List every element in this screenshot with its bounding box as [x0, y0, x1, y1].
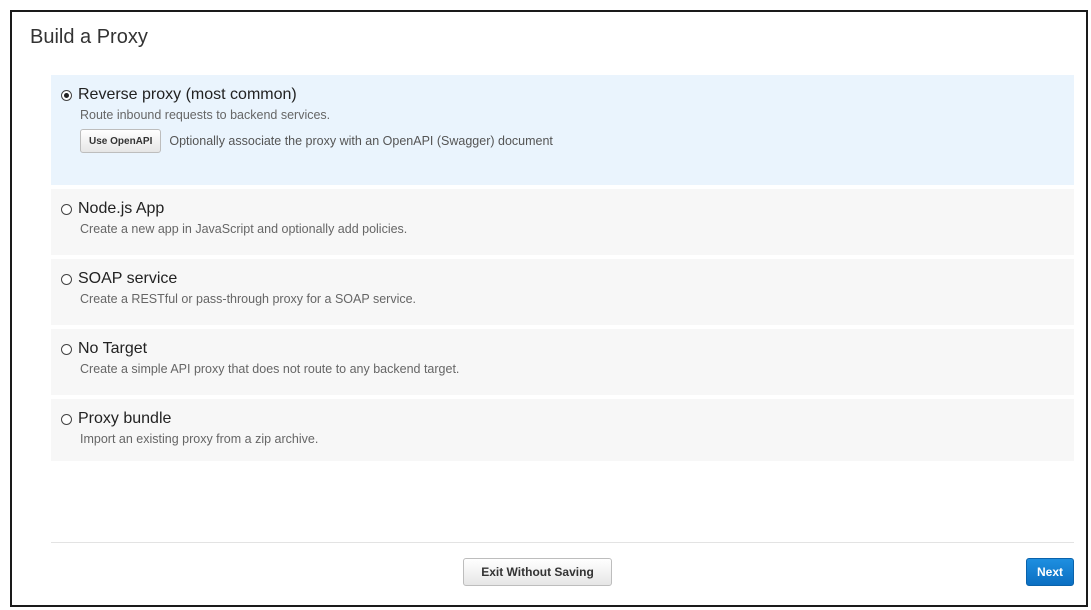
- proxy-type-options: Reverse proxy (most common) Route inboun…: [51, 75, 1074, 465]
- openapi-hint: Optionally associate the proxy with an O…: [169, 134, 553, 148]
- option-header: SOAP service: [61, 268, 1074, 290]
- footer-divider: [51, 542, 1074, 543]
- use-openapi-button[interactable]: Use OpenAPI: [80, 129, 162, 153]
- option-header: Proxy bundle: [61, 408, 1074, 430]
- openapi-row: Use OpenAPI Optionally associate the pro…: [80, 129, 1074, 153]
- option-header: No Target: [61, 338, 1074, 360]
- option-nodejs-app[interactable]: Node.js App Create a new app in JavaScri…: [51, 189, 1074, 255]
- option-title: Reverse proxy (most common): [78, 86, 297, 103]
- option-title: No Target: [78, 340, 148, 357]
- option-description: Import an existing proxy from a zip arch…: [80, 432, 319, 446]
- option-proxy-bundle[interactable]: Proxy bundle Import an existing proxy fr…: [51, 399, 1074, 461]
- option-title: Node.js App: [78, 200, 165, 217]
- option-title: Proxy bundle: [78, 410, 172, 427]
- wizard-frame: Build a Proxy Reverse proxy (most common…: [10, 10, 1088, 607]
- exit-without-saving-button[interactable]: Exit Without Saving: [463, 558, 612, 586]
- option-description: Route inbound requests to backend servic…: [80, 108, 331, 122]
- option-description: Create a new app in JavaScript and optio…: [80, 222, 408, 236]
- radio-selected-dot: [64, 92, 69, 98]
- option-header: Node.js App: [61, 198, 1074, 220]
- next-button[interactable]: Next: [1026, 558, 1074, 586]
- page-title: Build a Proxy: [30, 26, 148, 48]
- option-description: Create a RESTful or pass-through proxy f…: [80, 292, 417, 306]
- option-description: Create a simple API proxy that does not …: [80, 362, 460, 376]
- option-no-target[interactable]: No Target Create a simple API proxy that…: [51, 329, 1074, 395]
- radio-soap-service[interactable]: [61, 273, 72, 285]
- option-reverse-proxy[interactable]: Reverse proxy (most common) Route inboun…: [51, 75, 1074, 185]
- option-title: SOAP service: [78, 270, 178, 287]
- radio-proxy-bundle[interactable]: [61, 413, 72, 425]
- option-soap-service[interactable]: SOAP service Create a RESTful or pass-th…: [51, 259, 1074, 325]
- option-header: Reverse proxy (most common): [61, 84, 1074, 106]
- radio-nodejs-app[interactable]: [61, 203, 72, 215]
- radio-reverse-proxy[interactable]: [61, 89, 72, 101]
- radio-no-target[interactable]: [61, 343, 72, 355]
